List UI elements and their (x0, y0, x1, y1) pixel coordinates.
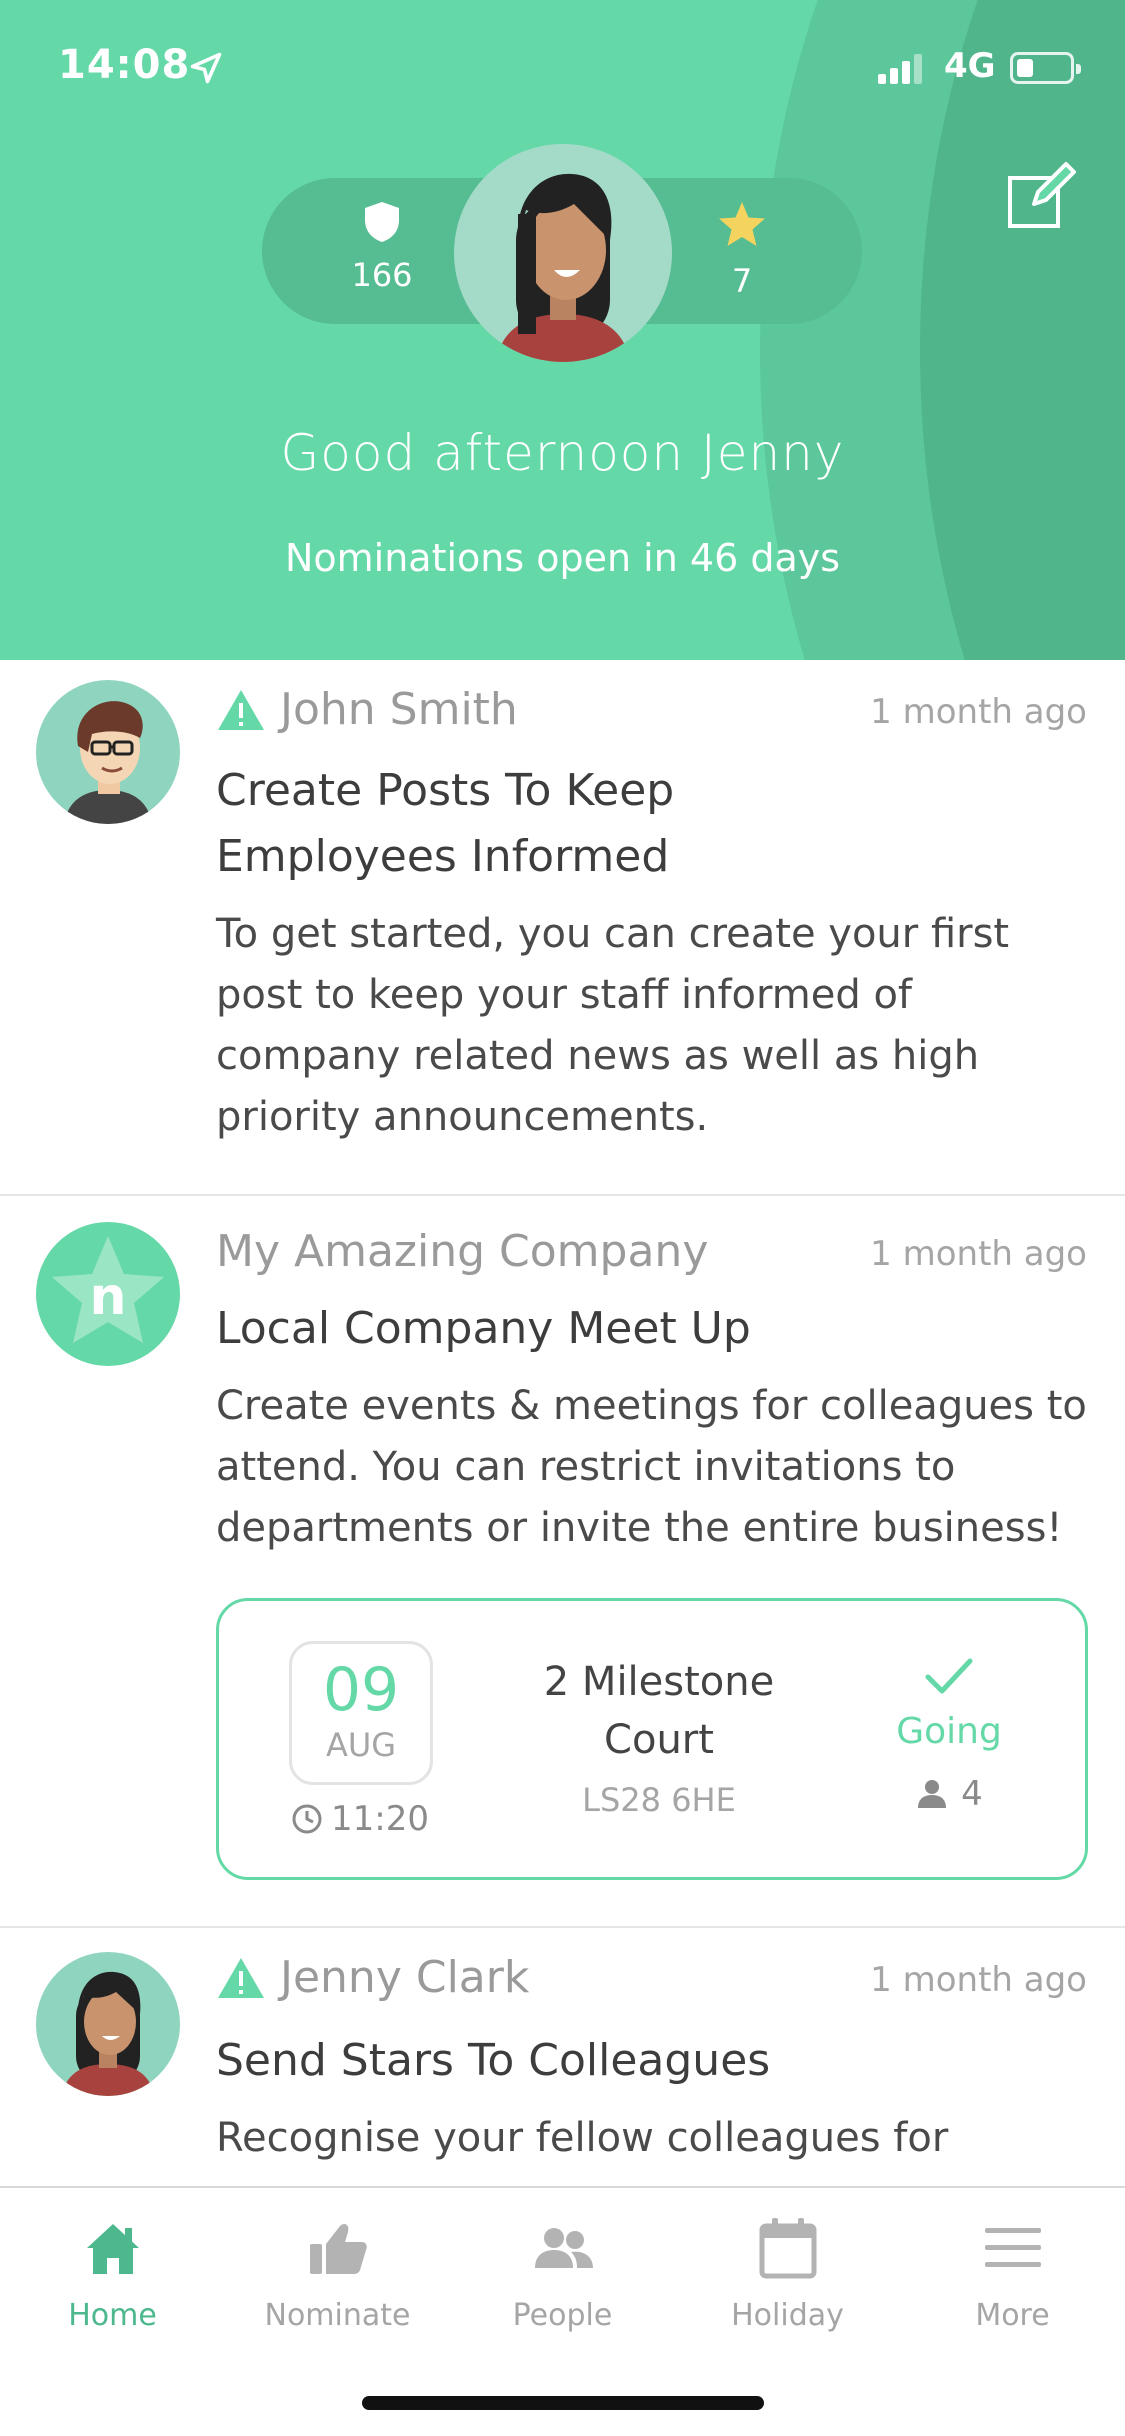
star-count: 7 (731, 262, 753, 300)
battery-icon (1010, 52, 1081, 84)
nominations-notice: Nominations open in 46 days (284, 536, 841, 580)
tab-more-label: More (975, 2298, 1050, 2333)
person-icon (918, 1780, 947, 1808)
calendar-icon (759, 2218, 816, 2279)
tab-nominate-label: Nominate (264, 2298, 411, 2333)
event-time: 11:20 (291, 1799, 429, 1839)
post-title: Local Company Meet Up (216, 1303, 751, 1354)
profile-header: 14:08 4G 166 7 Good afternoon Jenny Nomi… (0, 0, 1125, 660)
star-icon (719, 202, 765, 246)
post-title: Create Posts To Keep Employees Informed (216, 765, 675, 882)
tab-more[interactable]: More (900, 2216, 1125, 2333)
check-icon (925, 1658, 973, 1694)
home-icon (86, 2224, 139, 2274)
author-name: My Amazing Company (216, 1226, 709, 1277)
user-avatar[interactable] (454, 144, 672, 362)
alert-triangle-icon (218, 1957, 264, 1998)
tab-home[interactable]: Home (0, 2216, 225, 2333)
post-body: Recognise your fellow colleagues for (216, 2115, 949, 2161)
event-card[interactable]: 09 AUG 11:20 2 Milestone Court LS28 6HE … (216, 1598, 1088, 1880)
author-row: John Smith (216, 684, 518, 735)
event-venue: 2 Milestone Court LS28 6HE (519, 1653, 799, 1819)
alert-triangle-icon (218, 689, 264, 730)
author-avatar[interactable] (36, 680, 180, 824)
author-name: Jenny Clark (280, 1952, 530, 2003)
post-time: 1 month ago (870, 1960, 1087, 2000)
rsvp-label: Going (896, 1711, 1002, 1752)
tab-holiday-label: Holiday (731, 2298, 844, 2333)
post-body: To get started, you can create your firs… (216, 911, 1010, 1140)
post-time: 1 month ago (870, 692, 1087, 732)
tab-nominate[interactable]: Nominate (225, 2216, 450, 2333)
event-time-label: 11:20 (331, 1799, 429, 1839)
author-row: My Amazing Company (216, 1226, 708, 1277)
event-month: AUG (325, 1726, 397, 1764)
star-stat[interactable]: 7 (692, 200, 792, 300)
rsvp-status[interactable]: Going 4 (859, 1657, 1039, 1814)
location-arrow-icon (190, 52, 222, 84)
menu-icon (984, 2228, 1041, 2267)
post-time: 1 month ago (870, 1234, 1087, 1274)
shield-icon (365, 202, 399, 242)
thumbs-up-icon (309, 2224, 367, 2274)
tab-home-label: Home (68, 2298, 157, 2333)
status-time: 14:08 (58, 42, 191, 88)
company-avatar[interactable]: n (36, 1222, 180, 1366)
feed-post[interactable]: Jenny Clark 1 month ago Send Stars To Co… (0, 1928, 1125, 2186)
post-body: Create events & meetings for colleagues … (216, 1383, 1087, 1551)
event-date: 09 AUG (289, 1641, 433, 1785)
author-name: John Smith (280, 684, 518, 735)
svg-text:n: n (89, 1267, 126, 1327)
author-row: Jenny Clark (216, 1952, 529, 2003)
signal-icon (878, 54, 924, 84)
event-day: 09 (322, 1655, 400, 1725)
clock-icon (292, 1804, 322, 1834)
tab-people[interactable]: People (450, 2216, 675, 2333)
tab-holiday[interactable]: Holiday (675, 2216, 900, 2333)
people-icon (534, 2228, 593, 2268)
feed-post[interactable]: John Smith 1 month ago Create Posts To K… (0, 660, 1125, 1196)
shield-stat[interactable]: 166 (332, 200, 432, 294)
network-type: 4G (944, 46, 996, 86)
greeting: Good afternoon Jenny (280, 424, 845, 482)
home-indicator[interactable] (362, 2396, 764, 2410)
attendee-number: 4 (961, 1774, 983, 1814)
post-title: Send Stars To Colleagues (216, 2035, 771, 2086)
tab-people-label: People (512, 2298, 613, 2333)
shield-count: 166 (351, 256, 413, 294)
author-avatar[interactable] (36, 1952, 180, 2096)
venue-name: 2 Milestone Court (543, 1659, 775, 1763)
attendee-count: 4 (859, 1774, 1039, 1814)
compose-icon[interactable] (1004, 160, 1076, 232)
venue-postcode: LS28 6HE (582, 1781, 736, 1819)
